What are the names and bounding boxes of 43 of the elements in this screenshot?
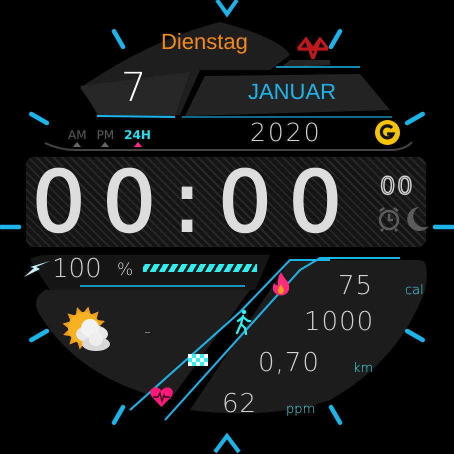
time-format-option[interactable]: PM	[96, 129, 114, 141]
month-label: JANUAR	[248, 81, 336, 103]
alarm-clock-icon	[377, 206, 401, 232]
chevron-marker	[215, 0, 239, 18]
stat-unit: ppm	[286, 403, 316, 416]
lightning-bolt-icon	[24, 261, 50, 277]
bridge-icon	[297, 37, 329, 59]
hour-tick	[0, 224, 22, 230]
moon-icon	[405, 206, 429, 232]
hour-tick	[404, 328, 425, 342]
stat-value: 0,70	[258, 350, 320, 376]
checkered-flag-icon	[188, 354, 208, 366]
stat-unit: km	[353, 362, 374, 375]
flame-icon	[272, 272, 290, 296]
weekday-label: Dienstag	[161, 31, 248, 53]
hour-tick	[112, 404, 126, 425]
hour-tick	[328, 404, 342, 425]
time-format-option[interactable]: AM	[68, 129, 87, 141]
chevron-marker	[213, 432, 241, 454]
battery-percentage: 100	[52, 256, 102, 282]
stat-value: 1000	[304, 309, 374, 335]
hour-tick	[328, 29, 342, 50]
stat-value: 62	[222, 391, 258, 417]
hour-tick	[112, 29, 126, 50]
day-number: 7	[121, 68, 146, 108]
seconds-display: 00	[380, 174, 415, 198]
percent-sign: %	[117, 262, 134, 279]
stat-value: 75	[338, 273, 374, 299]
hour-tick	[432, 224, 454, 230]
triangle-marker-icon	[134, 142, 142, 147]
hour-tick	[29, 112, 50, 126]
temperature-value: -	[144, 321, 152, 341]
triangle-marker-icon	[73, 142, 82, 147]
g-logo-icon	[375, 120, 400, 145]
hour-tick	[29, 328, 50, 342]
stat-unit: cal	[405, 284, 424, 297]
hour-tick	[404, 112, 425, 126]
time-format-option[interactable]: 24H	[124, 129, 151, 141]
heart-pulse-icon	[150, 387, 173, 407]
year-label: 2020	[250, 120, 322, 145]
time-display: 00:00	[31, 169, 360, 235]
triangle-marker-icon	[101, 142, 110, 147]
walking-person-icon	[234, 309, 252, 335]
